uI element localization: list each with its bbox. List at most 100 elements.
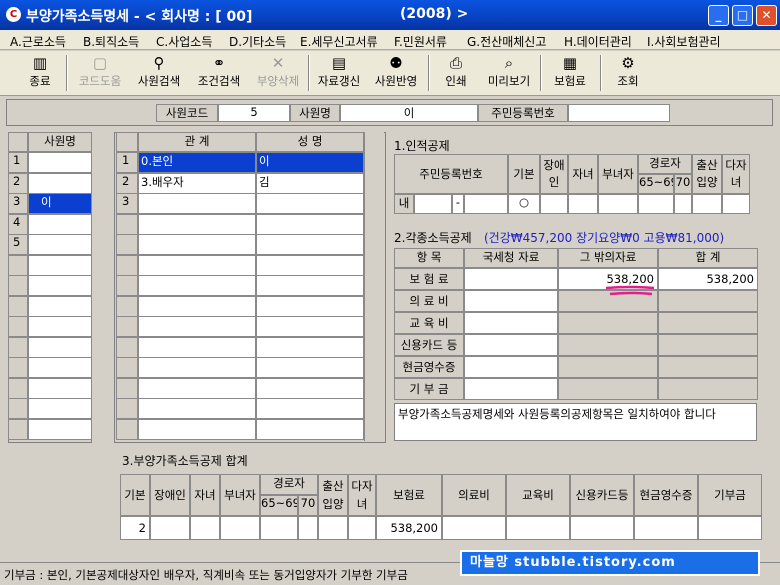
dependent-relation-cell[interactable] [138, 193, 256, 214]
employee-row[interactable] [28, 419, 92, 440]
maximize-button[interactable]: □ [732, 5, 753, 26]
dependent-name-cell[interactable] [256, 357, 364, 378]
lookup-button[interactable]: ⚙ 조회 [608, 53, 648, 93]
pd-child-cell[interactable] [568, 194, 598, 214]
employee-code-field[interactable]: 5 [218, 104, 290, 122]
dependent-relation-cell[interactable]: 0.본인 [138, 152, 256, 173]
employee-row[interactable] [28, 357, 92, 378]
deduct-nts-cell[interactable] [464, 356, 558, 378]
dependent-row-number [116, 398, 138, 419]
dependent-name-cell[interactable] [256, 234, 364, 255]
employee-row[interactable] [28, 152, 92, 173]
deduct-other-cell[interactable] [558, 378, 658, 400]
close-button[interactable]: ✕ [756, 5, 777, 26]
dependent-name-cell[interactable] [256, 337, 364, 358]
dependent-name-cell[interactable] [256, 398, 364, 419]
dependent-relation-cell[interactable] [138, 255, 256, 276]
dependent-name-cell[interactable] [256, 214, 364, 235]
deduct-other-cell[interactable] [558, 334, 658, 356]
dependent-name-cell[interactable] [256, 378, 364, 399]
dependent-relation-cell[interactable] [138, 398, 256, 419]
employee-row[interactable] [28, 255, 92, 276]
employee-row[interactable]: 이 [28, 193, 92, 214]
dependent-relation-cell[interactable] [138, 214, 256, 235]
deduct-nts-cell[interactable] [464, 334, 558, 356]
deduct-total-cell [658, 356, 758, 378]
pd-multi-cell[interactable] [722, 194, 750, 214]
menu-labor-income[interactable]: A.근로소득 [10, 33, 66, 50]
condition-search-button[interactable]: ⚭ 조건검색 [192, 53, 246, 93]
dependent-name-cell[interactable]: 이 [256, 152, 364, 173]
pd-6569-cell[interactable] [638, 194, 674, 214]
dependent-relation-cell[interactable] [138, 316, 256, 337]
pd-rrn-front[interactable] [414, 194, 452, 214]
employee-search-button[interactable]: ⚲ 사원검색 [132, 53, 186, 93]
employee-row[interactable] [28, 214, 92, 235]
menu-tax-report[interactable]: E.세무신고서류 [300, 33, 378, 50]
dependent-name-cell[interactable] [256, 296, 364, 317]
dependent-relation-cell[interactable] [138, 378, 256, 399]
menu-other-income[interactable]: D.기타소득 [229, 33, 286, 50]
minimize-button[interactable]: _ [708, 5, 729, 26]
dependent-name-cell[interactable] [256, 316, 364, 337]
deduct-other-cell[interactable] [558, 356, 658, 378]
menu-civil-docs[interactable]: F.민원서류 [394, 33, 447, 50]
pd-70-cell[interactable] [674, 194, 692, 214]
insurance-button[interactable]: ▦ 보험료 [548, 53, 592, 93]
pd-rrn-back[interactable] [464, 194, 508, 214]
deduct-nts-cell[interactable] [464, 312, 558, 334]
employee-row[interactable] [28, 296, 92, 317]
employee-row[interactable] [28, 337, 92, 358]
employee-row[interactable] [28, 316, 92, 337]
apply-employee-button[interactable]: ⚉ 사원반영 [370, 53, 422, 93]
employee-row[interactable] [28, 398, 92, 419]
print-button[interactable]: ⎙ 인쇄 [436, 53, 476, 93]
menu-data-management[interactable]: H.데이터관리 [564, 33, 632, 50]
employee-row-number: 4 [8, 214, 28, 235]
dependent-relation-cell[interactable]: 3.배우자 [138, 173, 256, 194]
pd-woman-cell[interactable] [598, 194, 638, 214]
dependents-scrollbar[interactable] [364, 132, 384, 441]
lookup-icon: ⚙ [621, 54, 635, 72]
dependent-name-cell[interactable] [256, 275, 364, 296]
menu-business-income[interactable]: C.사업소득 [156, 33, 212, 50]
pd-birth-cell[interactable] [692, 194, 722, 214]
employee-row[interactable] [28, 173, 92, 194]
deduct-nts-cell[interactable] [464, 290, 558, 312]
sum-70-cell [298, 516, 318, 540]
deduct-other-header: 그 밖의자료 [558, 248, 658, 268]
dependent-name-cell[interactable] [256, 255, 364, 276]
employee-name-field[interactable]: 이 [340, 104, 478, 122]
dependent-relation-cell[interactable] [138, 337, 256, 358]
pd-basic-cell[interactable]: ○ [508, 194, 540, 214]
refresh-data-icon: ▤ [331, 54, 347, 72]
dependent-name-cell[interactable] [256, 193, 364, 214]
deduct-nts-cell[interactable] [464, 378, 558, 400]
employee-row[interactable] [28, 378, 92, 399]
preview-button[interactable]: ⌕ 미리보기 [482, 53, 536, 93]
dependent-relation-cell[interactable] [138, 296, 256, 317]
menu-social-insurance[interactable]: I.사회보험관리 [647, 33, 721, 50]
rrn-field[interactable] [568, 104, 670, 122]
code-help-button[interactable]: ▢ 코드도움 [74, 53, 126, 93]
pd-child-header: 자녀 [568, 154, 598, 194]
employee-row[interactable] [28, 275, 92, 296]
employee-row[interactable] [28, 234, 92, 255]
exit-button[interactable]: ▥ 종료 [20, 53, 60, 93]
dependent-relation-cell[interactable] [138, 234, 256, 255]
dependent-relation-cell[interactable] [138, 275, 256, 296]
deduct-nts-cell[interactable] [464, 268, 558, 290]
dependent-delete-button[interactable]: ✕ 부양삭제 [252, 53, 304, 93]
dependent-relation-cell[interactable] [138, 357, 256, 378]
menu-electronic-report[interactable]: G.전산매체신고 [467, 33, 546, 50]
deduct-other-cell[interactable] [558, 312, 658, 334]
dependent-relation-cell[interactable] [138, 419, 256, 440]
refresh-data-button[interactable]: ▤ 자료갱신 [314, 53, 364, 93]
pd-6569-header: 65~69 [638, 174, 674, 194]
dependent-name-cell[interactable] [256, 419, 364, 440]
deduct-total-cell [658, 312, 758, 334]
dependent-name-cell[interactable]: 김 [256, 173, 364, 194]
pd-disabled-cell[interactable] [540, 194, 568, 214]
apply-employee-icon: ⚉ [389, 54, 403, 72]
menu-retirement-income[interactable]: B.퇴직소득 [83, 33, 139, 50]
